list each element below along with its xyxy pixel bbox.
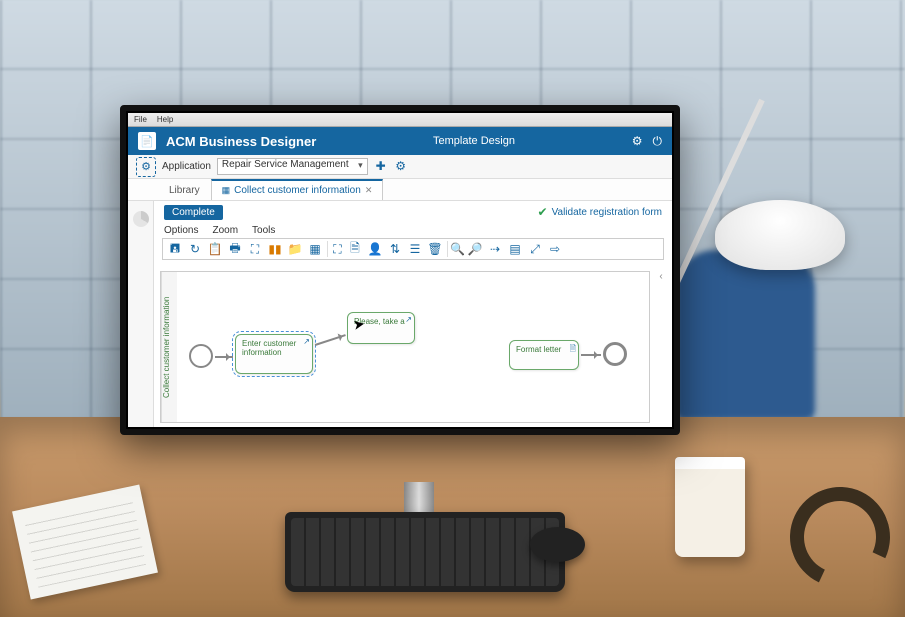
list-icon[interactable]: ☰ <box>407 241 423 257</box>
zoom-in-icon[interactable]: 🔍 <box>447 241 463 257</box>
layout-icon[interactable]: ▤ <box>507 241 523 257</box>
add-application-icon[interactable]: ✚ <box>374 160 388 174</box>
menu-help[interactable]: Help <box>157 115 173 124</box>
tab-library[interactable]: Library <box>158 180 211 200</box>
folder-icon[interactable]: 📁 <box>287 241 303 257</box>
link-icon[interactable]: ⇨ <box>547 241 563 257</box>
toolbar-menu: Options Zoom Tools <box>154 223 672 236</box>
zoom-fit-icon[interactable]: ⛶ <box>247 241 263 257</box>
crop-icon[interactable]: ⛶ <box>327 241 343 257</box>
tab-collect-customer-info[interactable]: ▦ Collect customer information ✕ <box>211 179 384 200</box>
grid-icon[interactable]: ▦ <box>307 241 323 257</box>
menu-tools[interactable]: Tools <box>252 225 275 236</box>
task-type-icon: ↗ <box>405 315 412 324</box>
document-icon[interactable]: 🗎 <box>347 241 363 257</box>
print-icon[interactable]: 🖶 <box>227 241 243 257</box>
mouse-cursor-icon: ➤ <box>352 315 367 334</box>
sort-icon[interactable]: ⇅ <box>387 241 403 257</box>
collapse-panel-icon[interactable]: ‹ <box>654 271 668 282</box>
left-sidebar <box>128 201 154 427</box>
flow-arrow <box>215 356 233 358</box>
settings-icon[interactable]: ⚙ <box>632 134 643 148</box>
flow-arrow <box>581 354 601 356</box>
refresh-icon[interactable]: ↻ <box>187 241 203 257</box>
user-icon[interactable]: 👤 <box>367 241 383 257</box>
end-event[interactable] <box>603 342 627 366</box>
task1-label: Enter customer information <box>242 339 296 357</box>
application-label: Application <box>162 161 211 172</box>
application-settings-icon[interactable]: ⚙ <box>394 160 408 174</box>
clipboard-icon[interactable]: 📋 <box>207 241 223 257</box>
tab-row: Library ▦ Collect customer information ✕ <box>128 179 672 201</box>
toolbar: 🖪 ↻ 📋 🖶 ⛶ ▮▮ 📁 ▦ ⛶ 🗎 👤 ⇅ ☰ 🗑 <box>162 238 664 260</box>
chart-icon[interactable] <box>133 211 149 227</box>
align-icon[interactable]: ▮▮ <box>267 241 283 257</box>
process-icon: ▦ <box>222 185 231 196</box>
lane-label: Collect customer information <box>161 272 177 422</box>
app-name: ACM Business Designer <box>166 134 316 149</box>
main-panel: Complete ✔ Validate registration form Op… <box>154 201 672 427</box>
app-logo-icon: 📄 <box>138 132 156 150</box>
tab-library-label: Library <box>169 185 200 196</box>
zoom-out-icon[interactable]: 🔎 <box>467 241 483 257</box>
start-event[interactable] <box>189 344 213 368</box>
document-icon: 🗎 <box>570 343 576 357</box>
menu-file[interactable]: File <box>134 115 147 124</box>
save-icon[interactable]: 🖪 <box>167 241 183 257</box>
os-menubar: File Help <box>128 113 672 127</box>
checkmark-icon: ✔ <box>538 205 548 219</box>
menu-options[interactable]: Options <box>164 225 198 236</box>
flow-arrow <box>315 334 346 345</box>
process-canvas[interactable]: Collect customer information ↗ Enter cus… <box>160 271 650 423</box>
tab-close-icon[interactable]: ✕ <box>365 185 373 196</box>
titlebar: 📄 ACM Business Designer Template Design … <box>128 127 672 155</box>
validate-link[interactable]: ✔ Validate registration form <box>538 205 662 219</box>
application-row: ⚙ Application Repair Service Management … <box>128 155 672 179</box>
menu-zoom[interactable]: Zoom <box>212 225 238 236</box>
application-select[interactable]: Repair Service Management <box>217 158 368 175</box>
connector-icon[interactable]: ⇢ <box>487 241 503 257</box>
task-type-icon: ↗ <box>303 337 310 346</box>
validate-label: Validate registration form <box>552 207 662 218</box>
expand-icon[interactable]: ⤢ <box>527 241 543 257</box>
task-enter-customer-info[interactable]: ↗ Enter customer information <box>235 334 313 374</box>
titlebar-subtitle: Template Design <box>326 135 621 147</box>
app-config-icon[interactable]: ⚙ <box>136 157 156 177</box>
status-row: Complete ✔ Validate registration form <box>154 201 672 223</box>
delete-icon[interactable]: 🗑 <box>427 241 443 257</box>
tab-active-label: Collect customer information <box>234 185 361 196</box>
task3-label: Format letter <box>516 345 561 354</box>
task-format-letter[interactable]: 🗎 Format letter <box>509 340 579 370</box>
power-icon[interactable]: ⏻ <box>653 134 663 149</box>
status-badge: Complete <box>164 205 223 220</box>
